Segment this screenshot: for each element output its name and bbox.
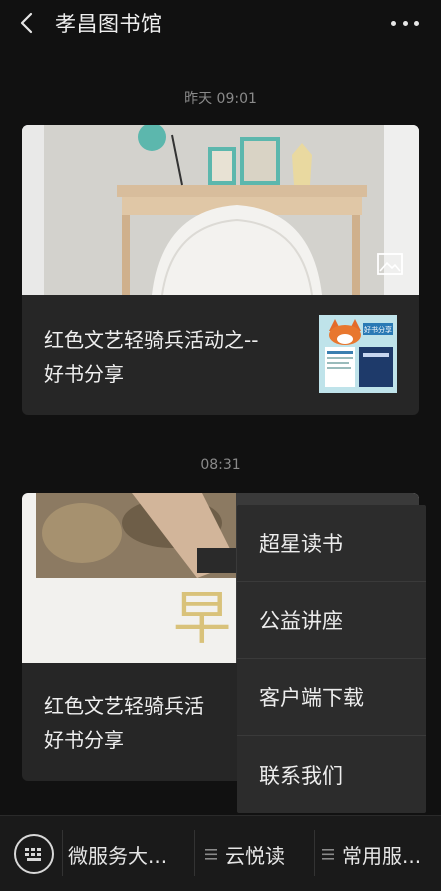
- article-title: 红色文艺轻骑兵活动之-- 好书分享: [44, 328, 259, 386]
- divider: [194, 830, 195, 876]
- svg-text:早: 早: [173, 584, 231, 652]
- menu-tab-common-services[interactable]: 常用服...: [322, 816, 421, 891]
- image-icon: [377, 253, 403, 275]
- svg-text:好书分享: 好书分享: [364, 325, 392, 334]
- menu-tab-cloud-reading[interactable]: 云悦读: [205, 816, 285, 891]
- back-arrow-icon[interactable]: [17, 12, 39, 34]
- article-thumbnail: 好书分享: [319, 315, 397, 393]
- menu-lines-icon: [205, 848, 217, 860]
- chat-header: 孝昌图书馆: [0, 0, 441, 48]
- menu-item-client-download[interactable]: 客户端下载: [237, 659, 426, 736]
- submenu-popup: 超星读书 公益讲座 客户端下载 联系我们: [237, 505, 426, 813]
- menu-tab-label: 常用服...: [342, 843, 422, 868]
- menu-item-contact-us[interactable]: 联系我们: [237, 736, 426, 813]
- page-title: 孝昌图书馆: [55, 12, 163, 36]
- menu-tab-label: 云悦读: [225, 843, 285, 868]
- menu-tab-micro-service[interactable]: 微服务大...: [68, 816, 167, 891]
- divider: [62, 830, 63, 876]
- article-card[interactable]: 红色文艺轻骑兵活动之-- 好书分享 好书分享: [22, 125, 419, 415]
- menu-item-chaoxing-reading[interactable]: 超星读书: [237, 505, 426, 582]
- menu-tab-label: 微服务大...: [68, 843, 168, 868]
- more-options-icon[interactable]: [391, 18, 419, 28]
- message-timestamp: 昨天 09:01: [184, 91, 257, 107]
- divider: [314, 830, 315, 876]
- bottom-menu-bar: 微服务大... 云悦读 常用服...: [0, 815, 441, 891]
- message-timestamp: 08:31: [200, 457, 241, 473]
- menu-lines-icon: [322, 848, 334, 860]
- article-cover-image: [22, 125, 419, 295]
- menu-item-public-lecture[interactable]: 公益讲座: [237, 582, 426, 659]
- keyboard-icon[interactable]: [14, 834, 54, 874]
